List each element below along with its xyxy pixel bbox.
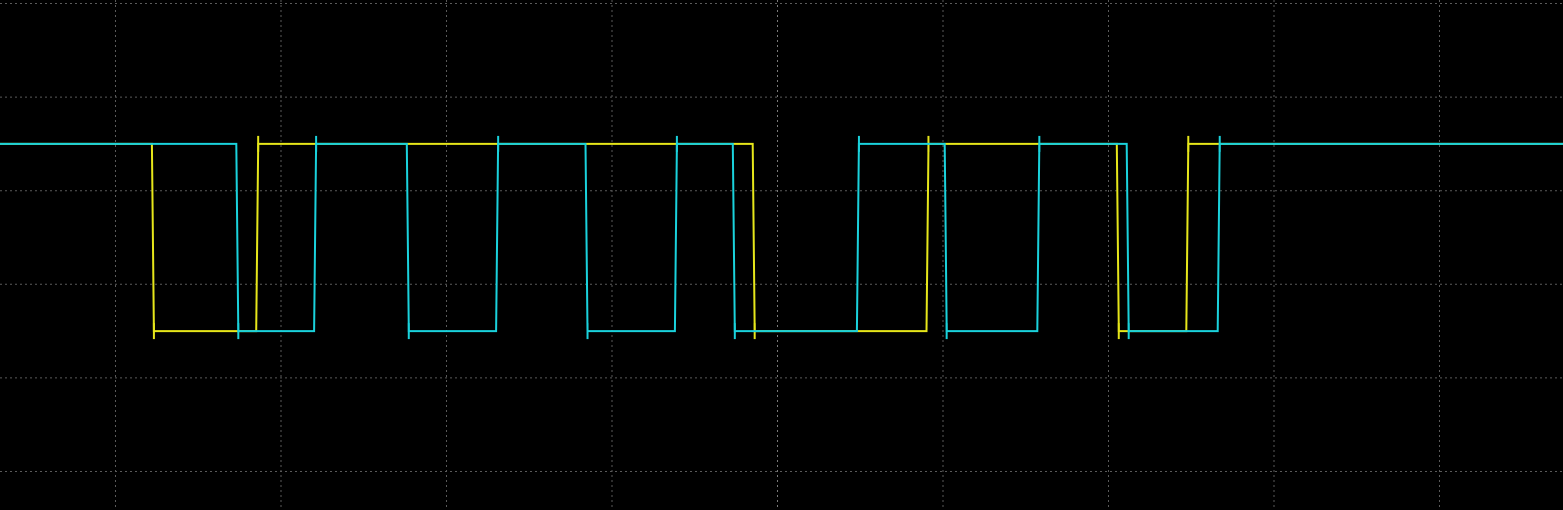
screen-background [0,0,1563,510]
oscilloscope-display [0,0,1563,510]
